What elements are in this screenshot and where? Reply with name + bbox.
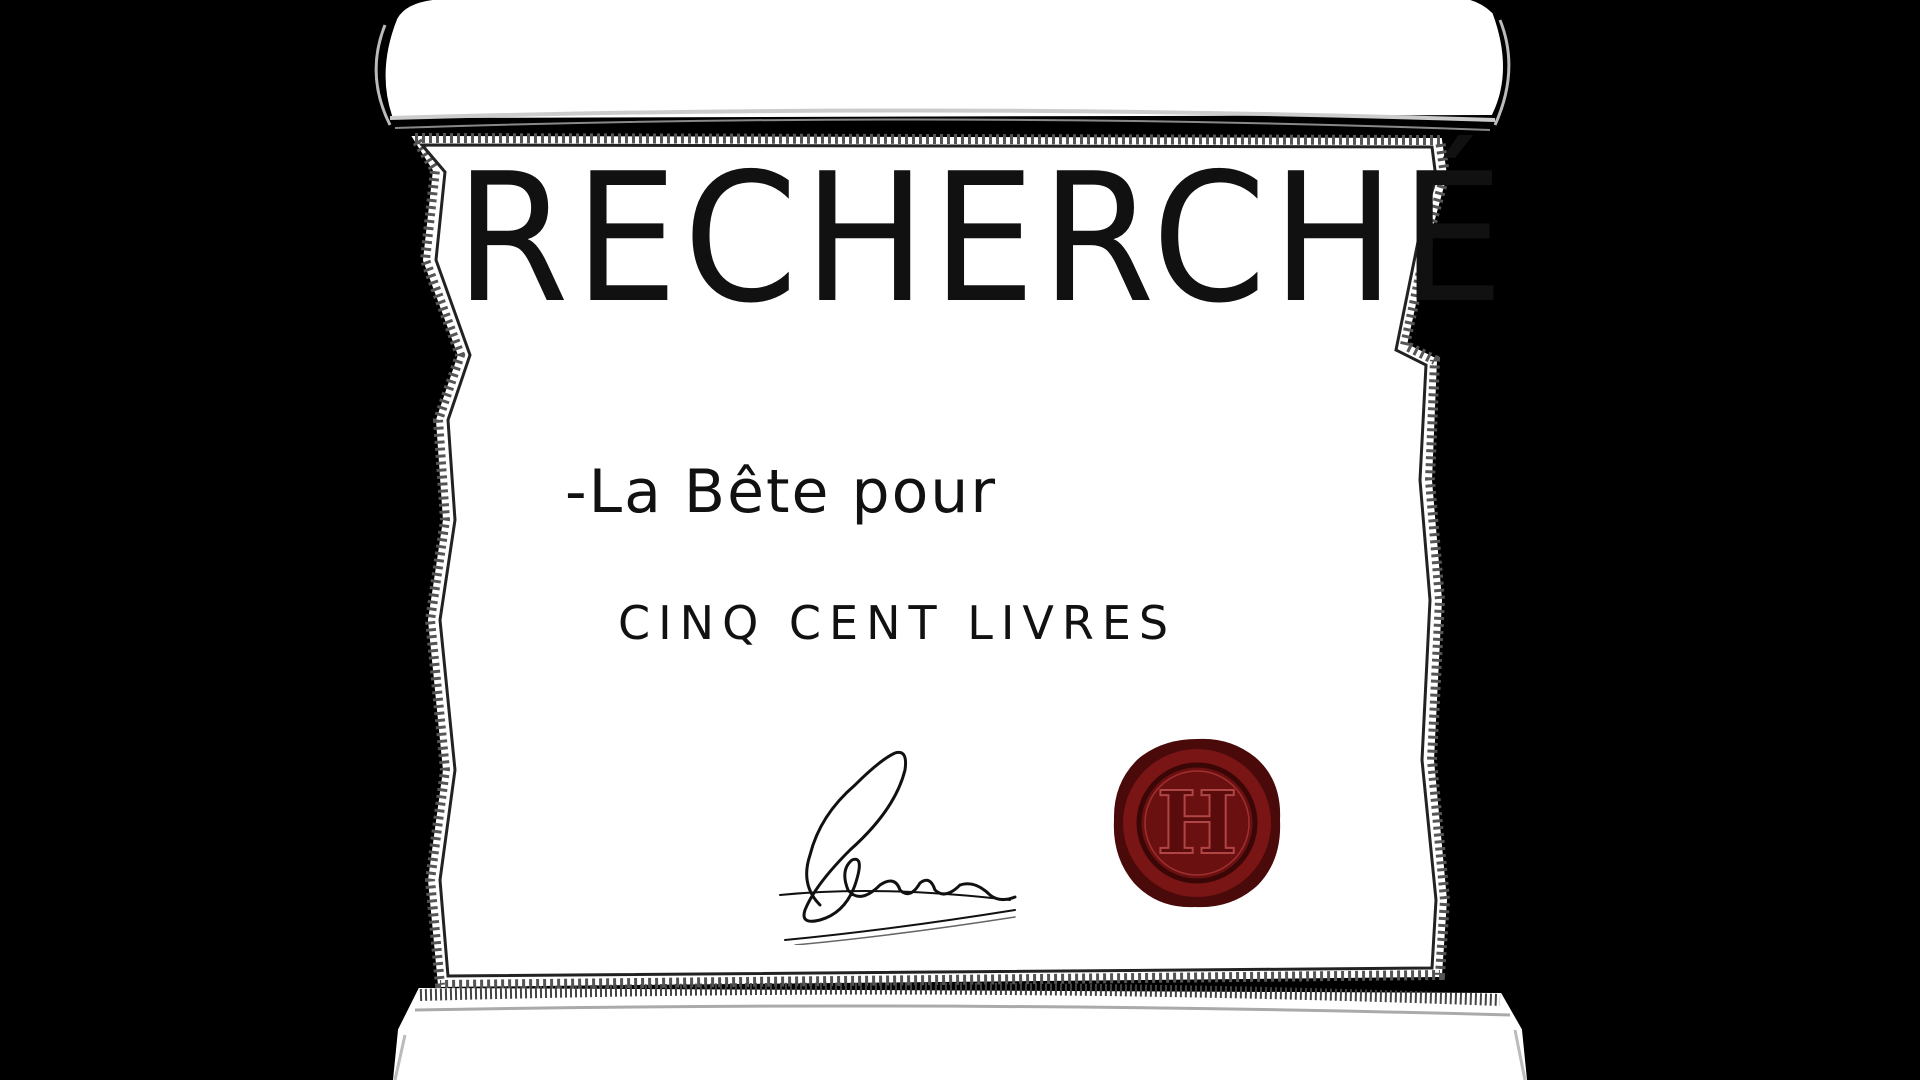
scroll-top-roll	[374, 0, 1511, 131]
signature-scribble	[779, 750, 1017, 945]
wax-seal: H	[1113, 738, 1281, 908]
poster-title: RECHERCHÉ	[455, 135, 1510, 342]
wanted-poster-scene: RECHERCHÉ -La Bête pour CINQ CENT LIVRES…	[0, 0, 1920, 1080]
poster-subject: -La Bête pour	[565, 457, 997, 527]
scroll-bottom-roll	[392, 982, 1528, 1080]
seal-letter: H	[1156, 773, 1237, 874]
poster-reward: CINQ CENT LIVRES	[618, 596, 1177, 650]
